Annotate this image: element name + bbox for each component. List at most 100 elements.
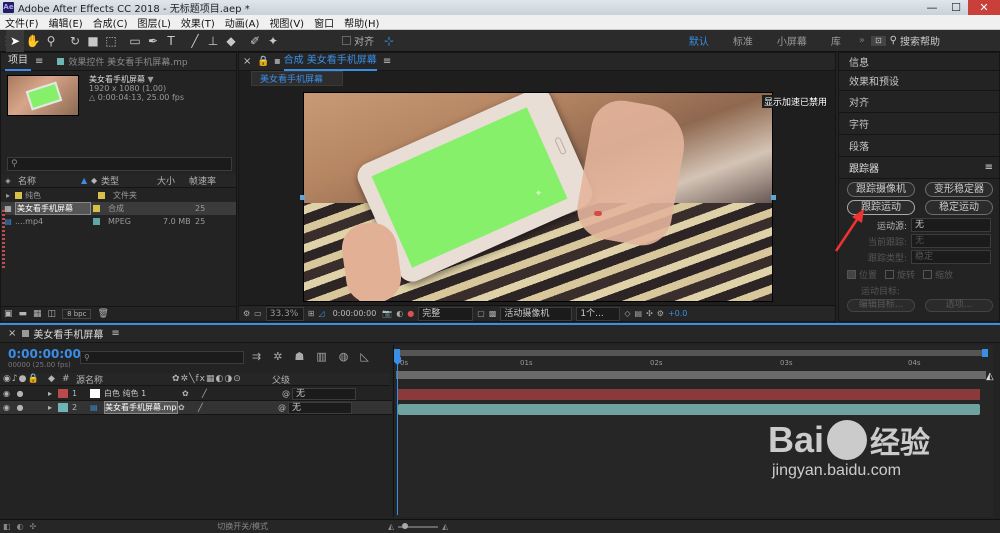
quality-switch-icon[interactable]: ╱ bbox=[202, 389, 282, 398]
comp-end-marker-icon[interactable]: ◭ bbox=[986, 371, 994, 382]
layer-row[interactable]: ◉ ● ▸ 2 ▤ 美女看手机屏幕.mp4 ✿ ╱ @ 无 bbox=[0, 401, 392, 415]
col-parent[interactable]: 父级 bbox=[272, 373, 290, 386]
workspace-overflow-icon[interactable]: » bbox=[853, 35, 871, 46]
zoom-tool-icon[interactable]: ⚲ bbox=[42, 30, 60, 52]
new-composition-icon[interactable]: ▦ bbox=[33, 309, 42, 319]
layer-label-swatch[interactable] bbox=[58, 389, 68, 398]
rotate-tool-icon[interactable]: ↻ bbox=[66, 30, 84, 52]
color-settings-icon[interactable]: ◫ bbox=[48, 309, 57, 319]
col-type[interactable]: 类型 bbox=[101, 174, 157, 187]
resolution-dropdown[interactable]: 完整 bbox=[418, 306, 474, 321]
menu-window[interactable]: 窗口 bbox=[309, 15, 339, 30]
panel-menu-icon[interactable]: ≡ bbox=[383, 56, 391, 67]
navigator-end-handle[interactable] bbox=[982, 349, 988, 357]
panel-info[interactable]: 信息 bbox=[839, 53, 999, 71]
comp-viewer-canvas[interactable]: ⌖ bbox=[303, 92, 773, 302]
snapshot-icon[interactable]: 📷 bbox=[382, 309, 392, 318]
project-row[interactable]: ▦ 美女看手机屏幕 合成 25 bbox=[1, 202, 236, 215]
expand-arrow-icon[interactable]: ▸ bbox=[48, 403, 58, 412]
pan-behind-tool-icon[interactable]: ⬚ bbox=[102, 30, 120, 52]
rotation-checkbox[interactable] bbox=[885, 270, 895, 279]
menu-help[interactable]: 帮助(H) bbox=[339, 15, 384, 30]
roto-brush-tool-icon[interactable]: ✐ bbox=[246, 30, 264, 52]
zoom-in-icon[interactable]: ◭ bbox=[442, 522, 448, 531]
col-size[interactable]: 大小 bbox=[157, 174, 189, 187]
panel-paragraph[interactable]: 段落 bbox=[839, 135, 999, 157]
menu-layer[interactable]: 图层(L) bbox=[132, 15, 175, 30]
layer-label-swatch[interactable] bbox=[58, 403, 68, 412]
close-tab-icon[interactable]: × bbox=[8, 328, 16, 339]
monitor-icon[interactable]: ▭ bbox=[254, 309, 262, 318]
interpret-footage-icon[interactable]: ▣ bbox=[4, 309, 13, 319]
expand-layer-switches-icon[interactable]: ◧ bbox=[3, 522, 11, 531]
options-button[interactable]: 选项... bbox=[925, 299, 993, 312]
video-toggle-icon[interactable]: ◉ ● bbox=[0, 389, 48, 398]
warp-stabilizer-button[interactable]: 变形稳定器 bbox=[925, 182, 993, 197]
composition-mini-flowchart-icon[interactable]: ⇉ bbox=[252, 350, 261, 363]
scale-checkbox[interactable] bbox=[923, 270, 933, 279]
panel-character[interactable]: 字符 bbox=[839, 113, 999, 135]
layer-handle-left[interactable] bbox=[300, 195, 305, 200]
project-row[interactable]: ▤ ....mp4 MPEG 7.0 MB 25 bbox=[1, 215, 236, 228]
camera-tool-icon[interactable]: ■ bbox=[84, 30, 102, 52]
transparency-grid-icon[interactable]: ▩ bbox=[489, 309, 497, 318]
panel-effects-presets[interactable]: 效果和预设 bbox=[839, 71, 999, 91]
comp-sub-tab[interactable]: 美女看手机屏幕 bbox=[251, 70, 343, 86]
exposure-value[interactable]: +0.0 bbox=[668, 309, 687, 318]
layer-bar-solid[interactable] bbox=[398, 389, 980, 400]
bpc-button[interactable]: 8 bpc bbox=[62, 309, 92, 319]
flowchart-icon[interactable]: ✣ bbox=[646, 309, 653, 318]
hand-tool-icon[interactable]: ✋ bbox=[24, 30, 42, 52]
layer-handle-right[interactable] bbox=[771, 195, 776, 200]
pen-tool-icon[interactable]: ✒ bbox=[144, 30, 162, 52]
timeline-tab[interactable]: 美女看手机屏幕 bbox=[33, 326, 103, 341]
menu-effect[interactable]: 效果(T) bbox=[176, 15, 220, 30]
workspace-small-screen[interactable]: 小屏幕 bbox=[765, 33, 819, 48]
position-checkbox[interactable] bbox=[847, 270, 856, 279]
mask-visibility-icon[interactable]: ◿ bbox=[318, 309, 324, 318]
expand-time-icon[interactable]: ✣ bbox=[30, 522, 37, 531]
shy-switch-icon[interactable]: ✿ bbox=[182, 389, 202, 398]
navigator-start-handle[interactable] bbox=[394, 349, 400, 357]
new-folder-icon[interactable]: ▬ bbox=[19, 309, 28, 319]
layer-bar-footage[interactable] bbox=[398, 404, 980, 415]
panel-menu-icon[interactable]: ≡ bbox=[111, 328, 119, 339]
track-type-dropdown[interactable]: 稳定 bbox=[911, 250, 991, 264]
panel-menu-icon[interactable]: ≡ bbox=[35, 56, 43, 67]
grid-guides-icon[interactable]: ⊞ bbox=[308, 309, 315, 318]
reset-exposure-icon[interactable]: ⚙ bbox=[657, 309, 664, 318]
current-track-dropdown[interactable]: 无 bbox=[911, 234, 991, 248]
parent-pickwhip-icon[interactable]: @ bbox=[282, 389, 292, 398]
parent-dropdown[interactable]: 无 bbox=[292, 387, 356, 400]
maximize-button[interactable]: ☐ bbox=[944, 0, 968, 15]
motion-blur-icon[interactable]: ◍ bbox=[339, 350, 349, 363]
menu-edit[interactable]: 编辑(E) bbox=[44, 15, 88, 30]
tab-project[interactable]: 项目 bbox=[5, 53, 31, 71]
selection-tool-icon[interactable]: ➤ bbox=[6, 29, 24, 52]
expand-arrow-icon[interactable]: ▸ bbox=[1, 191, 15, 200]
close-tab-icon[interactable]: × bbox=[243, 56, 251, 67]
always-preview-icon[interactable]: ⚙ bbox=[243, 309, 250, 318]
rectangle-tool-icon[interactable]: ▭ bbox=[126, 30, 144, 52]
timeline-search-input[interactable]: ⚲ bbox=[80, 351, 244, 364]
shy-layers-icon[interactable]: ☗ bbox=[294, 350, 304, 363]
current-time-indicator[interactable] bbox=[397, 357, 398, 515]
tab-effect-controls[interactable]: 效果控件 美女看手机屏幕.mp bbox=[68, 55, 187, 68]
track-camera-button[interactable]: 跟踪摄像机 bbox=[847, 182, 915, 197]
eraser-tool-icon[interactable]: ◆ bbox=[222, 30, 240, 52]
parent-dropdown[interactable]: 无 bbox=[288, 401, 352, 414]
quality-switch-icon[interactable]: ╱ bbox=[198, 403, 278, 412]
minimize-button[interactable]: — bbox=[920, 0, 944, 15]
camera-view-dropdown[interactable]: 活动摄像机 bbox=[500, 306, 573, 321]
brush-tool-icon[interactable]: ╱ bbox=[186, 30, 204, 52]
work-area-bar[interactable] bbox=[396, 371, 986, 379]
cc-libraries-icon[interactable]: ⊡ bbox=[870, 35, 886, 46]
menu-composition[interactable]: 合成(C) bbox=[88, 15, 133, 30]
view-layout-dropdown[interactable]: 1个... bbox=[576, 306, 621, 321]
menu-file[interactable]: 文件(F) bbox=[0, 15, 44, 30]
align-checkbox[interactable] bbox=[342, 36, 351, 45]
toggle-switches-modes[interactable]: 切换开关/模式 bbox=[217, 521, 268, 532]
shy-switch-icon[interactable]: ✿ bbox=[178, 403, 198, 412]
timeline-timecode[interactable]: 0:00:00:00 bbox=[8, 347, 81, 361]
menu-animation[interactable]: 动画(A) bbox=[220, 15, 265, 30]
